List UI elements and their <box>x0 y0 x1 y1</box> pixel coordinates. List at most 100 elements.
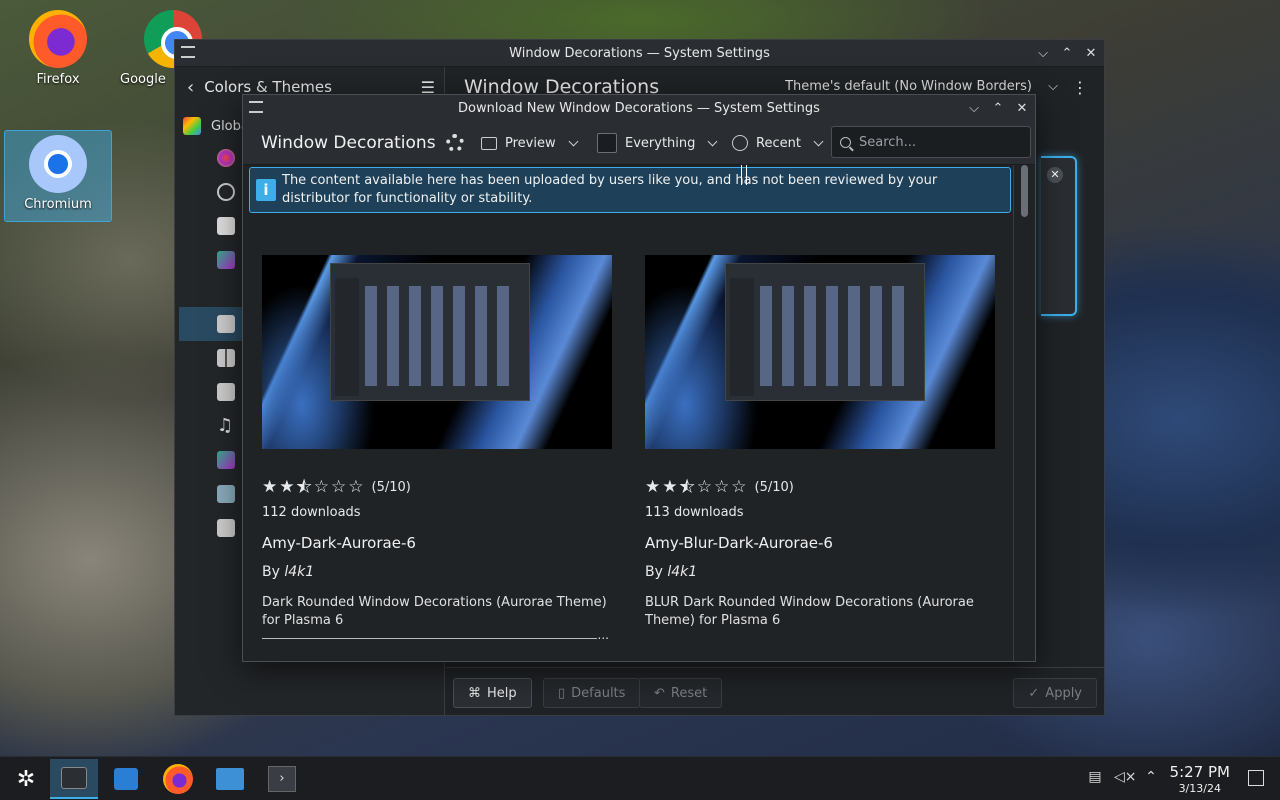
window-title: Window Decorations — System Settings <box>509 45 770 61</box>
window-decorations-icon <box>217 315 235 333</box>
filter-dropdown[interactable]: Everything <box>597 131 718 155</box>
undo-icon: ↶ <box>654 685 665 701</box>
list-item[interactable]: ★ ★ ★ ☆ ☆ ☆ (5/10) 113 downloads Amy-Blu… <box>645 255 995 630</box>
app-launcher-icon: ✲ <box>16 766 36 792</box>
item-name[interactable]: Amy-Dark-Aurorae-6 <box>262 534 612 552</box>
reset-button[interactable]: ↶ Reset <box>639 678 723 708</box>
chevron-down-icon <box>813 136 824 146</box>
search-input[interactable] <box>859 134 1009 150</box>
star-empty-icon: ☆ <box>331 477 347 497</box>
rating-text: (5/10) <box>371 479 411 495</box>
window-titlebar[interactable]: Window Decorations — System Settings ⌵ ⌃… <box>175 40 1104 67</box>
boot-splash-icon <box>217 519 235 537</box>
maximize-icon[interactable]: ⌃ <box>1060 46 1074 61</box>
system-settings-icon <box>61 767 87 789</box>
clock-time: 5:27 PM <box>1169 763 1230 781</box>
music-note-icon: ♫ <box>217 415 234 436</box>
firefox-icon <box>29 10 87 68</box>
taskbar-system-settings[interactable] <box>50 759 98 799</box>
desktop-icon-chromium[interactable]: Chromium <box>4 130 112 222</box>
minimize-icon[interactable]: ⌵ <box>967 101 981 116</box>
volume-muted-icon[interactable]: ◁× <box>1114 769 1137 787</box>
close-icon[interactable]: ✕ <box>1015 101 1029 116</box>
preview-label: Preview <box>505 135 556 151</box>
taskbar-firefox[interactable] <box>154 759 202 799</box>
star-rating: ★ ★ ★ ☆ ☆ ☆ (5/10) <box>262 477 612 498</box>
dialog-titlebar[interactable]: Download New Window Decorations — System… <box>243 95 1035 121</box>
clock[interactable]: 5:27 PM 3/13/24 <box>1170 763 1230 795</box>
desktop-icon-label: Firefox <box>36 72 80 87</box>
clipboard-icon[interactable]: ▤ <box>1086 769 1104 787</box>
scrollbar-thumb[interactable] <box>1021 165 1028 217</box>
toolbar-title: Window Decorations <box>261 132 436 153</box>
list-item[interactable]: ★ ★ ★ ☆ ☆ ☆ (5/10) 112 downloads Amy-Dar… <box>262 255 612 642</box>
show-desktop-icon[interactable] <box>1248 770 1264 786</box>
minimize-icon[interactable]: ⌵ <box>1036 46 1050 61</box>
star-rating: ★ ★ ★ ☆ ☆ ☆ (5/10) <box>645 477 995 498</box>
reset-button-label: Reset <box>670 685 708 701</box>
discover-store-icon <box>114 768 138 790</box>
maximize-icon[interactable]: ⌃ <box>991 101 1005 116</box>
text-cursor-icon <box>741 165 747 185</box>
app-launcher-button[interactable]: ✲ <box>2 759 50 799</box>
dialog-toolbar: Window Decorations Preview Everything Re… <box>243 121 1035 165</box>
info-message-text: The content available here has been uplo… <box>282 173 938 206</box>
folder-icon <box>216 768 244 790</box>
chevron-down-icon <box>568 136 579 146</box>
vertical-scrollbar[interactable] <box>1013 165 1035 661</box>
info-icon: i <box>256 179 276 201</box>
preview-view-dropdown[interactable]: Preview <box>481 131 579 155</box>
taskbar-discover[interactable] <box>102 759 150 799</box>
tray-expand-icon[interactable]: ⌃ <box>1142 769 1160 787</box>
info-message: i The content available here has been up… <box>249 167 1011 213</box>
theme-select[interactable]: Theme's default (No Window Borders) ⌵ <box>785 79 1058 94</box>
apply-button[interactable]: ✓ Apply <box>1013 678 1097 708</box>
help-button[interactable]: ⌘ Help <box>453 678 532 708</box>
item-preview-image[interactable] <box>262 255 612 449</box>
author-prefix: By <box>262 564 280 580</box>
apply-button-label: Apply <box>1045 685 1082 701</box>
desktop-icon-firefox[interactable]: Firefox <box>13 10 103 87</box>
cursors-icon <box>217 383 235 401</box>
checkmark-icon: ✓ <box>1028 685 1040 701</box>
author-link[interactable]: l4k1 <box>667 564 697 580</box>
star-full-icon: ★ <box>279 477 295 497</box>
star-empty-icon: ☆ <box>714 477 730 497</box>
sort-dropdown[interactable]: Recent <box>732 131 824 155</box>
item-name[interactable]: Amy-Blur-Dark-Aurorae-6 <box>645 534 995 552</box>
back-arrow-icon[interactable]: ‹ <box>187 77 194 98</box>
chevron-down-icon <box>707 136 718 146</box>
chromium-icon <box>29 135 87 193</box>
document-icon: ▯ <box>558 685 566 701</box>
author-prefix: By <box>645 564 663 580</box>
preview-close-icon: ✕ <box>1047 167 1063 183</box>
item-preview-image[interactable] <box>645 255 995 449</box>
clock-icon <box>732 135 748 151</box>
application-style-icon <box>217 183 235 201</box>
close-icon[interactable]: ✕ <box>1084 46 1098 61</box>
gear-icon[interactable] <box>445 133 464 152</box>
star-half-icon: ★ <box>679 477 695 498</box>
star-full-icon: ★ <box>662 477 678 497</box>
window-menu-icon[interactable] <box>249 101 263 113</box>
taskbar: ✲ › ▤ ◁× ⌃ 5:27 PM 3/13/24 <box>0 756 1280 800</box>
login-screen-icon <box>217 485 235 503</box>
filter-checkbox[interactable] <box>597 133 617 153</box>
clock-date: 3/13/24 <box>1178 782 1221 795</box>
chevron-down-icon: ⌵ <box>1048 79 1058 94</box>
download-new-decorations-dialog: Download New Window Decorations — System… <box>242 94 1036 662</box>
taskbar-terminal[interactable]: › <box>258 759 306 799</box>
terminal-icon: › <box>268 766 296 792</box>
defaults-button[interactable]: ▯ Defaults <box>543 678 641 708</box>
kebab-menu-icon[interactable]: ⋮ <box>1072 78 1088 97</box>
author-link[interactable]: l4k1 <box>284 564 314 580</box>
star-empty-icon: ☆ <box>731 477 747 497</box>
rating-text: (5/10) <box>754 479 794 495</box>
search-icon <box>840 136 851 148</box>
star-empty-icon: ☆ <box>313 477 329 497</box>
window-menu-icon[interactable] <box>181 46 195 58</box>
search-field[interactable] <box>831 126 1031 158</box>
description-truncation <box>262 628 609 642</box>
bottom-button-bar: ⌘ Help ▯ Defaults ↶ Reset ✓ Apply <box>446 667 1104 715</box>
taskbar-file-manager[interactable] <box>206 759 254 799</box>
